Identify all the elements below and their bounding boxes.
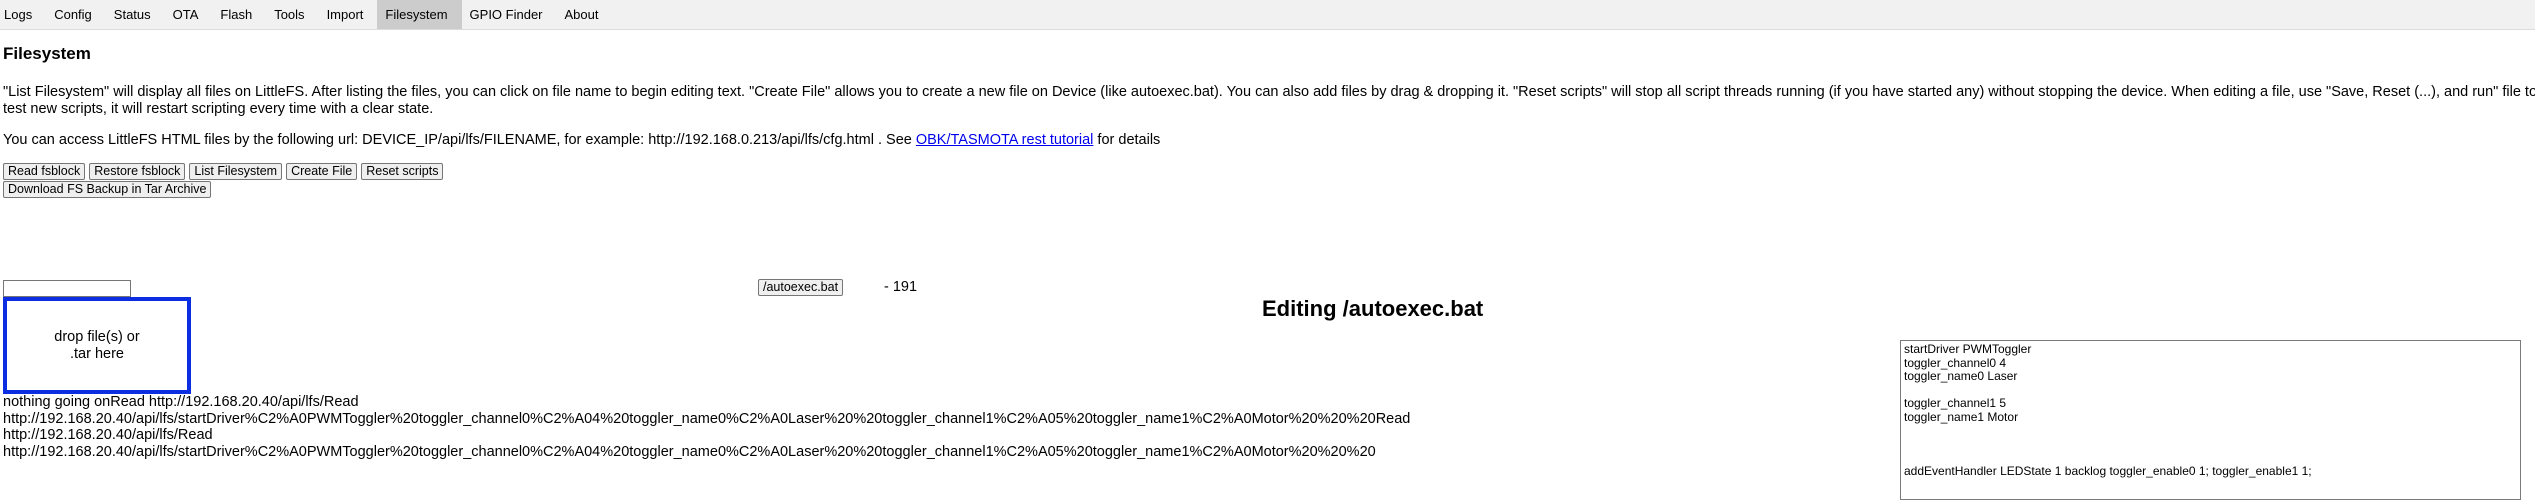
download-backup-button[interactable]: Download FS Backup in Tar Archive	[3, 181, 212, 198]
drop-zone-line-2: .tar here	[69, 345, 124, 362]
log-line: http://192.168.20.40/api/lfs/startDriver…	[3, 443, 1376, 460]
list-filesystem-button[interactable]: List Filesystem	[189, 163, 283, 180]
log-output: nothing going onRead http://192.168.20.4…	[3, 394, 1410, 460]
editor-line: toggler_channel0 4	[1904, 355, 2007, 370]
tab-about[interactable]: About	[557, 0, 613, 29]
access-text: You can access LittleFS HTML files by th…	[3, 132, 916, 148]
editor-line: toggler_name1 Motor	[1904, 409, 2019, 424]
fs-button-row: Read fsblock Restore fsblock List Filesy…	[3, 163, 444, 180]
editor-line: toggler_name0 Laser	[1904, 369, 2018, 383]
file-size: - 191	[884, 279, 918, 295]
tab-filesystem[interactable]: Filesystem	[377, 0, 462, 29]
editing-title: Editing /autoexec.bat	[1262, 296, 1484, 321]
tab-import[interactable]: Import	[319, 0, 378, 29]
create-file-button[interactable]: Create File	[286, 163, 358, 180]
description-line-2: test new scripts, it will restart script…	[3, 101, 434, 117]
drop-zone[interactable]: drop file(s) or .tar here	[3, 297, 191, 394]
tab-config[interactable]: Config	[46, 0, 106, 29]
file-editor-textarea[interactable]: startDriver PWMToggler toggler_channel0 …	[1900, 340, 2521, 500]
restore-fsblock-button[interactable]: Restore fsblock	[89, 163, 186, 180]
tab-tools[interactable]: Tools	[266, 0, 318, 29]
editor-line: addEventHandler LEDState 1 backlog toggl…	[1904, 463, 2312, 478]
tab-flash[interactable]: Flash	[212, 0, 266, 29]
top-nav: Logs Config Status OTA Flash Tools Impor…	[0, 0, 2535, 30]
log-line: http://192.168.20.40/api/lfs/Read	[3, 427, 213, 443]
reset-scripts-button[interactable]: Reset scripts	[361, 163, 444, 180]
drop-zone-line-1: drop file(s) or	[54, 328, 140, 345]
read-fsblock-button[interactable]: Read fsblock	[3, 163, 86, 180]
editor-line: startDriver PWMToggler	[1904, 342, 2032, 356]
rest-tutorial-link[interactable]: OBK/TASMOTA rest tutorial	[916, 132, 1094, 148]
log-line: http://192.168.20.40/api/lfs/startDriver…	[3, 410, 1411, 427]
access-info: You can access LittleFS HTML files by th…	[3, 132, 1160, 149]
log-line: nothing going onRead http://192.168.20.4…	[3, 394, 359, 410]
tab-ota[interactable]: OTA	[165, 0, 213, 29]
tab-status[interactable]: Status	[106, 0, 165, 29]
access-suffix: for details	[1093, 132, 1161, 148]
file-input[interactable]	[3, 280, 131, 297]
description-line-1: "List Filesystem" will display all files…	[3, 84, 2535, 100]
editor-line: toggler_channel1 5	[1904, 396, 2007, 410]
tab-gpio-finder[interactable]: GPIO Finder	[462, 0, 557, 29]
page-title: Filesystem	[3, 44, 91, 63]
file-autoexec-button[interactable]: /autoexec.bat	[758, 279, 844, 296]
tab-logs[interactable]: Logs	[0, 0, 46, 29]
backup-button-row: Download FS Backup in Tar Archive	[3, 181, 212, 198]
